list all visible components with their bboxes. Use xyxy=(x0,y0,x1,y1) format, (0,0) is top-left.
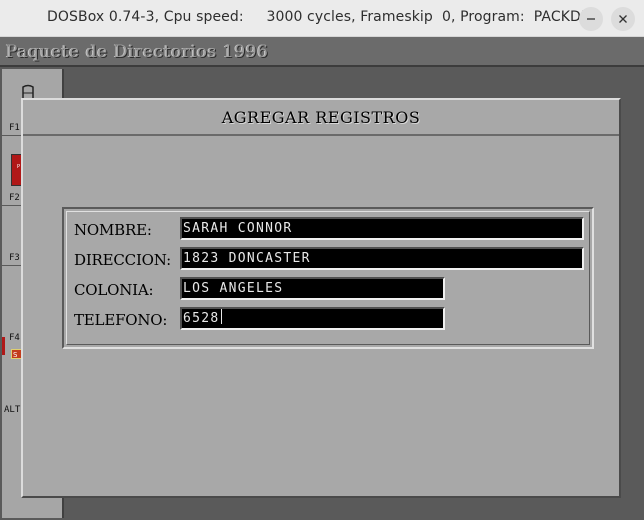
dialog-header: AGREGAR REGISTROS xyxy=(23,100,619,136)
direccion-field[interactable]: 1823 DONCASTER xyxy=(180,247,584,270)
dos-screen: Paquete de Directorios 1996 F1 P F2 F3- … xyxy=(0,37,644,520)
minimize-button[interactable] xyxy=(579,7,603,31)
sidebar-key-alt[interactable]: ALT xyxy=(4,405,20,415)
close-icon xyxy=(619,15,627,23)
close-button[interactable] xyxy=(611,7,635,31)
nombre-field[interactable]: SARAH CONNOR xyxy=(180,217,584,240)
sidebar-marker xyxy=(2,337,5,355)
minimize-icon xyxy=(587,18,595,20)
app-header: Paquete de Directorios 1996 xyxy=(0,37,644,67)
add-records-dialog: AGREGAR REGISTROS NOMBRE: SARAH CONNOR D… xyxy=(21,98,621,498)
sidebar-key-f1[interactable]: F1 xyxy=(9,123,20,133)
telefono-field[interactable]: 6528 xyxy=(180,307,445,330)
text-cursor xyxy=(220,309,222,324)
nombre-label: NOMBRE: xyxy=(74,221,152,239)
record-form: NOMBRE: SARAH CONNOR DIRECCION: 1823 DON… xyxy=(62,207,594,349)
window-title: DOSBox 0.74-3, Cpu speed: 3000 cycles, F… xyxy=(47,9,595,25)
colonia-label: COLONIA: xyxy=(74,281,154,299)
sidebar-key-f2[interactable]: F2 xyxy=(9,193,20,203)
app-title: Paquete de Directorios 1996 xyxy=(6,42,269,62)
dialog-title: AGREGAR REGISTROS xyxy=(221,108,421,127)
telefono-label: TELEFONO: xyxy=(74,311,168,329)
sidebar-key-f4[interactable]: F4 xyxy=(9,333,20,343)
telefono-value: 6528 xyxy=(183,311,220,326)
direccion-label: DIRECCION: xyxy=(74,251,172,269)
window-titlebar: DOSBox 0.74-3, Cpu speed: 3000 cycles, F… xyxy=(0,0,644,37)
colonia-field[interactable]: LOS ANGELES xyxy=(180,277,445,300)
